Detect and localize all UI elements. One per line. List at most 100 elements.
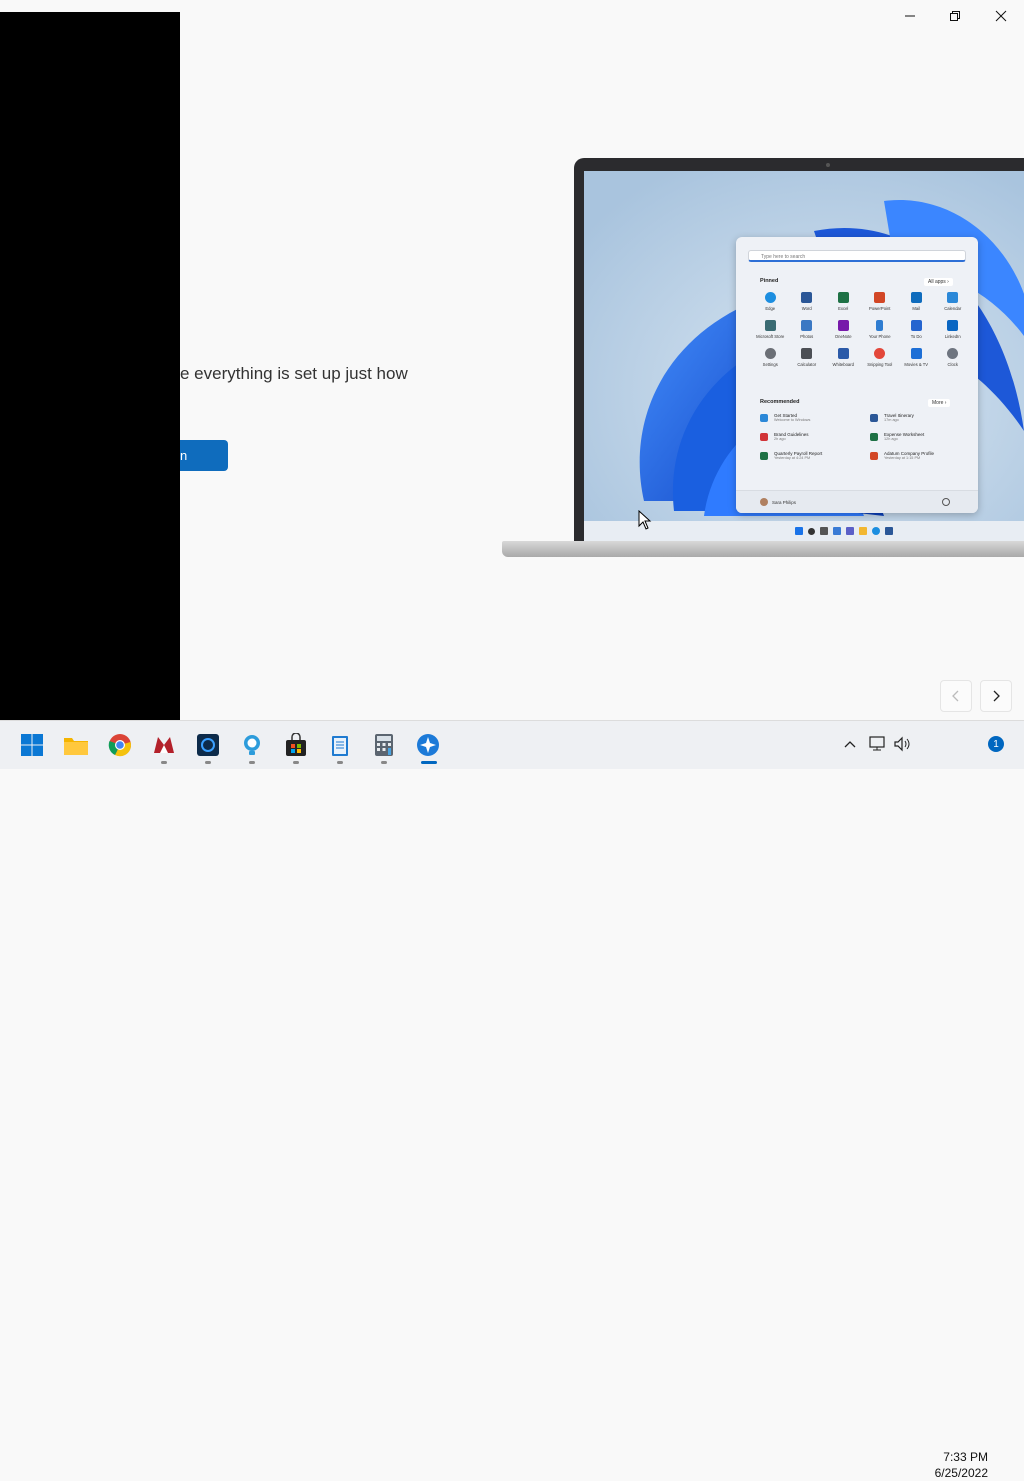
- notification-badge[interactable]: 1: [988, 736, 1004, 752]
- pinned-app: PowerPoint: [862, 292, 899, 311]
- clock-date: 6/25/2022: [934, 1466, 988, 1480]
- excel-icon: [837, 292, 849, 303]
- folder-icon: [64, 738, 88, 755]
- pinned-app: Microsoft Store: [752, 320, 789, 339]
- task-view-icon: [820, 527, 828, 535]
- windows-logo-icon: [795, 527, 803, 535]
- network-icon: [869, 736, 885, 751]
- store-button[interactable]: [283, 732, 309, 758]
- file-explorer-button[interactable]: [63, 732, 89, 758]
- primary-button-label: n: [180, 448, 188, 463]
- pinned-app: LinkedIn: [935, 320, 972, 339]
- clock[interactable]: 7:33 PM 6/25/2022: [916, 1449, 988, 1481]
- tips-button[interactable]: [239, 732, 265, 758]
- pinned-app: Snipping Tool: [862, 348, 899, 367]
- movies-icon: [910, 348, 922, 359]
- calculator-icon: [375, 734, 393, 756]
- mouse-cursor-icon: [638, 510, 652, 530]
- recommended-item: Brand Guidelines 2h ago: [760, 432, 870, 442]
- pinned-app: Word: [789, 292, 826, 311]
- notepad-button[interactable]: [327, 732, 353, 758]
- pinned-app: Edge: [752, 292, 789, 311]
- restore-button[interactable]: [932, 0, 978, 32]
- recommended-item: Quarterly Payroll Report Yesterday at 4:2…: [760, 451, 870, 461]
- pdf-icon: [760, 433, 768, 441]
- store-icon: [885, 527, 893, 535]
- widgets-icon: [833, 527, 841, 535]
- active-indicator: [421, 761, 437, 764]
- pinned-app: Calculator: [789, 348, 826, 367]
- previous-button[interactable]: [940, 680, 972, 712]
- laptop-base: [502, 541, 1024, 557]
- page-headline: e everything is set up just how: [180, 364, 408, 383]
- chrome-button[interactable]: [107, 732, 133, 758]
- user-profile: Sara Philips: [760, 498, 796, 506]
- word-icon: [801, 292, 813, 303]
- close-icon: [995, 10, 1007, 22]
- pinned-app: Your Phone: [862, 320, 899, 339]
- checkmark-icon: [910, 320, 922, 331]
- excel-doc-icon: [870, 433, 878, 441]
- avatar: [760, 498, 768, 506]
- power-icon: [942, 498, 950, 506]
- recommended-item: Travel Itinerary 17m ago: [870, 413, 970, 423]
- get-started-icon: [760, 414, 768, 422]
- word-doc-icon: [870, 414, 878, 422]
- pinned-app: Whiteboard: [825, 348, 862, 367]
- whiteboard-icon: [837, 348, 849, 359]
- get-started-button[interactable]: [415, 732, 441, 758]
- pinned-app: Mail: [898, 292, 935, 311]
- pinned-app: Calendar: [935, 292, 972, 311]
- calculator-icon: [801, 348, 813, 359]
- recommended-item: Adatum Company Profile Yesterday at 1:15 …: [870, 451, 970, 461]
- running-indicator: [337, 761, 343, 764]
- laptop-illustration: Type here to search Pinned All apps › Ed…: [574, 158, 1024, 544]
- start-menu-footer: Sara Philips: [736, 490, 978, 513]
- edge-icon: [872, 527, 880, 535]
- get-started-window: e everything is set up just how n Type h…: [0, 0, 1024, 720]
- camera-dot: [826, 163, 830, 167]
- laptop-lid: Type here to search Pinned All apps › Ed…: [574, 158, 1024, 544]
- chevron-up-icon: [844, 741, 856, 748]
- pinned-app: Excel: [825, 292, 862, 311]
- pinned-app: Clock: [935, 348, 972, 367]
- dark-app-icon: [197, 734, 219, 756]
- snipping-tool-icon: [874, 348, 886, 359]
- volume-button[interactable]: [891, 733, 913, 755]
- recommended-list: Get Started Welcome to Windows Travel Iti…: [760, 413, 970, 461]
- laptop-screen: Type here to search Pinned All apps › Ed…: [584, 171, 1024, 541]
- excel-doc-icon: [760, 452, 768, 460]
- red-app-button[interactable]: [151, 732, 177, 758]
- recommended-item: Get Started Welcome to Windows: [760, 413, 870, 423]
- pinned-app: Photos: [789, 320, 826, 339]
- start-button[interactable]: [19, 732, 45, 758]
- red-app-icon: [154, 737, 174, 753]
- primary-button[interactable]: n: [180, 440, 228, 471]
- network-button[interactable]: [867, 733, 889, 755]
- clock-icon: [947, 348, 959, 359]
- chevron-left-icon: [952, 690, 959, 702]
- notepad-icon: [332, 736, 348, 756]
- powerpoint-icon: [874, 292, 886, 303]
- next-button[interactable]: [980, 680, 1012, 712]
- close-button[interactable]: [978, 0, 1024, 32]
- powerpoint-doc-icon: [870, 452, 878, 460]
- start-menu-preview: Type here to search Pinned All apps › Ed…: [736, 237, 978, 513]
- start-search-box: Type here to search: [748, 250, 966, 262]
- minimize-button[interactable]: [887, 0, 933, 32]
- all-apps-button: All apps ›: [924, 278, 953, 286]
- pinned-label: Pinned: [760, 278, 779, 284]
- linkedin-icon: [947, 320, 959, 331]
- running-indicator: [249, 761, 255, 764]
- calculator-button[interactable]: [371, 732, 397, 758]
- pinned-app: OneNote: [825, 320, 862, 339]
- recommended-item: Expense Worksheet 12h ago: [870, 432, 970, 442]
- show-hidden-icons-button[interactable]: [839, 733, 861, 755]
- get-started-icon: [417, 734, 439, 756]
- dark-app-button[interactable]: [195, 732, 221, 758]
- pinned-app: Movies & TV: [898, 348, 935, 367]
- edge-icon: [764, 292, 776, 303]
- minimize-icon: [905, 15, 915, 17]
- recommended-label: Recommended: [760, 399, 800, 405]
- redacted-area: [0, 12, 180, 720]
